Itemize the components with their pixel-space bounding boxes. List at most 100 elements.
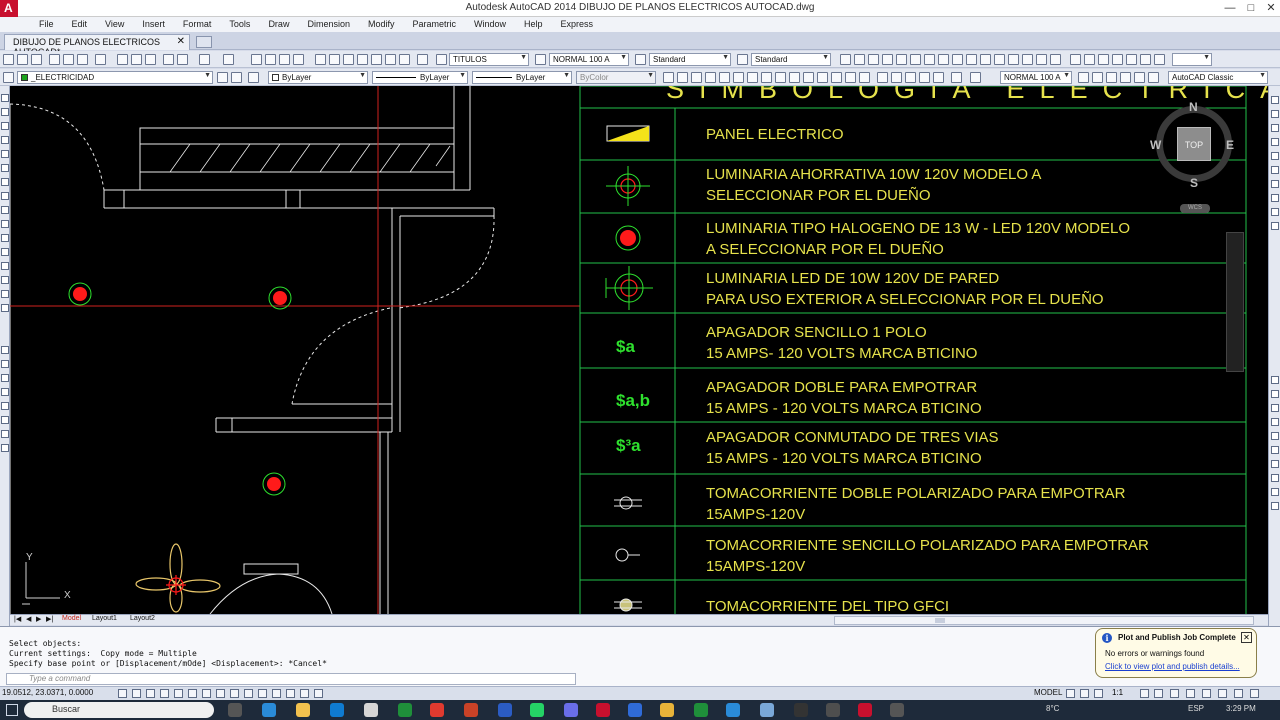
object-snap-tracking-icon[interactable] — [216, 689, 225, 698]
space-toggle[interactable]: MODEL — [1034, 688, 1062, 697]
app-icon-4[interactable] — [794, 703, 808, 717]
notification-link[interactable]: Click to view plot and publish details..… — [1105, 662, 1240, 671]
viewport-scale-icon[interactable] — [1126, 54, 1137, 65]
snap-center-icon[interactable] — [1, 388, 9, 396]
table-icon[interactable] — [905, 72, 916, 83]
open-file-icon[interactable] — [17, 54, 28, 65]
viewport-scale-icon-2[interactable] — [1140, 54, 1151, 65]
annotation-visibility-status-icon[interactable] — [1140, 689, 1149, 698]
ordinate-dim-icon[interactable] — [882, 54, 893, 65]
menu-view[interactable]: View — [96, 17, 133, 32]
line-icon-right[interactable] — [1271, 96, 1279, 104]
continue-dim-icon[interactable] — [980, 54, 991, 65]
zoom-realtime-icon[interactable] — [265, 54, 276, 65]
rectangle-icon[interactable] — [719, 72, 730, 83]
zoom-previous-icon[interactable] — [293, 54, 304, 65]
excel-icon[interactable] — [398, 703, 412, 717]
move-icon[interactable] — [1, 164, 9, 172]
layer-previous-icon[interactable] — [231, 72, 242, 83]
word-icon[interactable] — [498, 703, 512, 717]
pline-icon-right[interactable] — [1271, 124, 1279, 132]
tolerance-icon[interactable] — [1022, 54, 1033, 65]
compass-north[interactable]: N — [1189, 100, 1198, 114]
object-snap-icon[interactable] — [188, 689, 197, 698]
break-icon[interactable] — [1, 248, 9, 256]
match-properties-icon[interactable] — [163, 54, 174, 65]
erase-icon[interactable] — [1, 94, 9, 102]
circle-icon[interactable] — [747, 72, 758, 83]
chamfer-icon[interactable] — [1, 276, 9, 284]
clock[interactable]: 3:29 PM — [1226, 704, 1256, 713]
polygon-icon[interactable] — [705, 72, 716, 83]
viewport-scale-icon-3[interactable] — [1154, 54, 1165, 65]
tool-palettes-icon[interactable] — [343, 54, 354, 65]
tab-model[interactable]: Model — [62, 615, 81, 622]
dim-space-icon[interactable] — [994, 54, 1005, 65]
linetype-select[interactable]: ByLayer ▼ — [372, 71, 468, 84]
whatsapp-icon[interactable] — [530, 703, 544, 717]
store-icon[interactable] — [330, 703, 344, 717]
start-icon[interactable] — [6, 704, 18, 716]
center-mark-icon[interactable] — [1036, 54, 1047, 65]
3d-object-snap-icon[interactable] — [202, 689, 211, 698]
menu-draw[interactable]: Draw — [259, 17, 298, 32]
document-tab[interactable]: DIBUJO DE PLANOS ELECTRICOS AUTOCAD* ✕ — [4, 34, 190, 57]
app-icon-5[interactable] — [826, 703, 840, 717]
multiline-text-icon[interactable] — [919, 72, 930, 83]
command-input[interactable]: Type a command — [6, 673, 576, 685]
hatch-icon[interactable] — [859, 72, 870, 83]
make-block-icon[interactable] — [831, 72, 842, 83]
layout-viewport-icon[interactable] — [1070, 54, 1081, 65]
autocad-taskbar-icon[interactable] — [858, 703, 872, 717]
explorer-icon[interactable] — [296, 703, 310, 717]
view-icon-right[interactable] — [1271, 376, 1279, 384]
pan-status-icon[interactable] — [1094, 689, 1103, 698]
quick-dim-icon[interactable] — [952, 54, 963, 65]
new-tab-button[interactable] — [196, 36, 212, 48]
offset-icon[interactable] — [1, 136, 9, 144]
rotate-icon[interactable] — [1, 178, 9, 186]
help-icon[interactable] — [399, 54, 410, 65]
snap-tangent-icon[interactable] — [1, 416, 9, 424]
drawing-area[interactable]: SIMBOLOGIA ELECTRICA PANEL ELECTRICO LUM… — [10, 86, 1268, 614]
layer-states-icon[interactable] — [248, 72, 259, 83]
powerpoint-icon[interactable] — [464, 703, 478, 717]
polygon-icon-right[interactable] — [1271, 138, 1279, 146]
clean-screen-icon[interactable] — [1250, 689, 1259, 698]
close-tab-icon[interactable]: ✕ — [177, 36, 185, 47]
menu-file[interactable]: File — [30, 17, 63, 32]
tab-last-icon[interactable]: ▶| — [46, 615, 53, 623]
arc-length-icon[interactable] — [868, 54, 879, 65]
close-button[interactable]: ✕ — [1261, 0, 1280, 17]
layer-properties-icon[interactable] — [3, 72, 14, 83]
snap-endpoint-icon[interactable] — [1, 346, 9, 354]
ortho-mode-icon[interactable] — [160, 689, 169, 698]
snap-mode-icon[interactable] — [132, 689, 141, 698]
folder-icon[interactable] — [660, 703, 674, 717]
toolbar-lock-icon[interactable] — [1186, 689, 1195, 698]
excel-icon-2[interactable] — [694, 703, 708, 717]
workspace-switching-icon[interactable] — [1170, 689, 1179, 698]
plot-status-icon[interactable] — [1218, 689, 1227, 698]
annotation-scale-icon-4[interactable] — [1120, 72, 1131, 83]
menu-window[interactable]: Window — [465, 17, 515, 32]
view-icon-right-8[interactable] — [1271, 474, 1279, 482]
text-style-manager-icon[interactable] — [436, 54, 447, 65]
snap-quadrant-icon[interactable] — [1, 402, 9, 410]
teams-icon[interactable] — [564, 703, 578, 717]
construction-line-icon[interactable] — [677, 72, 688, 83]
viewcube[interactable]: N S E W TOP — [1150, 100, 1234, 190]
plot-preview-icon[interactable] — [63, 54, 74, 65]
extend-icon[interactable] — [1, 234, 9, 242]
viewcube-top-face[interactable]: TOP — [1177, 127, 1211, 161]
linear-dim-icon[interactable] — [840, 54, 851, 65]
isolate-objects-icon[interactable] — [1234, 689, 1243, 698]
view-icon-right-4[interactable] — [1271, 418, 1279, 426]
ellipse-icon[interactable] — [789, 72, 800, 83]
sheet-set-icon[interactable] — [357, 54, 368, 65]
infer-constraints-icon[interactable] — [118, 689, 127, 698]
fillet-icon[interactable] — [1, 290, 9, 298]
annotation-monitor-icon[interactable] — [314, 689, 323, 698]
cut-icon[interactable] — [117, 54, 128, 65]
quickcalc-icon[interactable] — [385, 54, 396, 65]
